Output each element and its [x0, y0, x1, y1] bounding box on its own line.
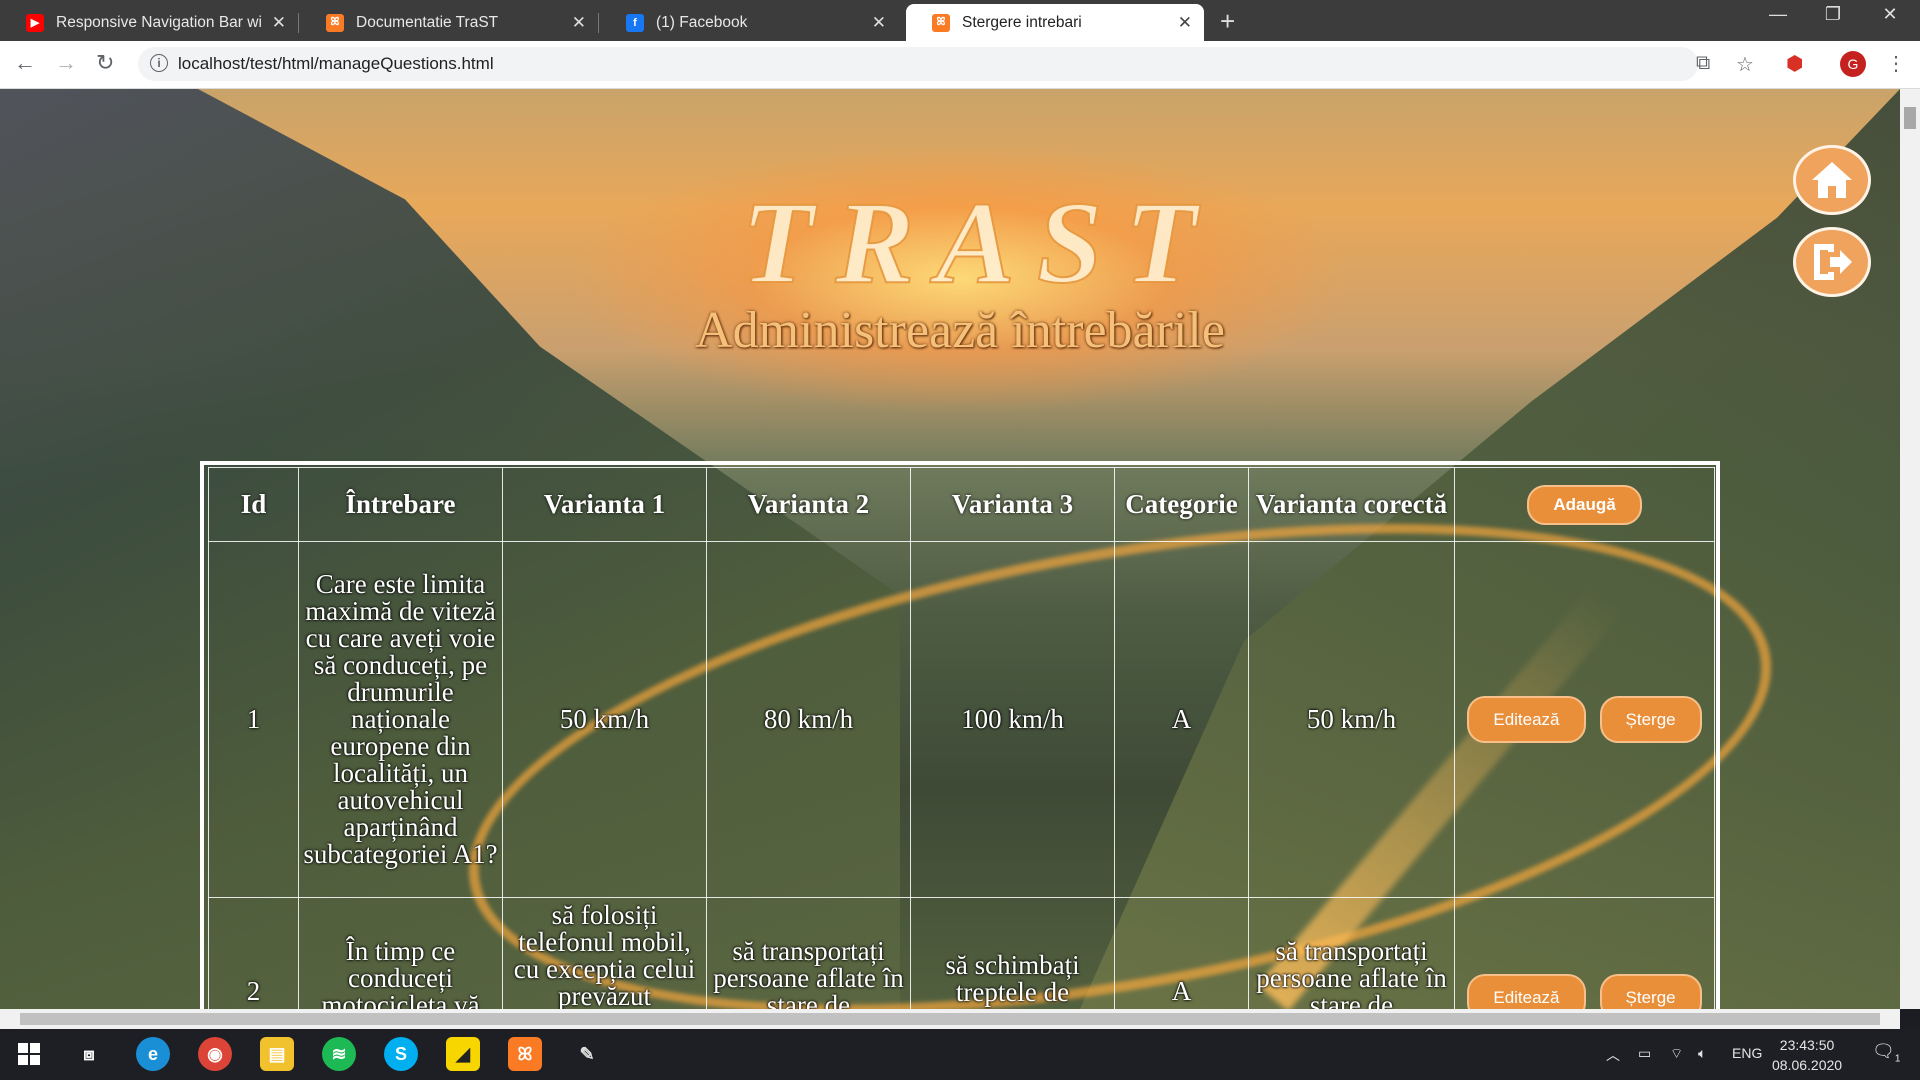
header-option-1: Varianta 1: [502, 467, 707, 542]
clock-date: 08.06.2020: [1772, 1057, 1843, 1073]
close-tab-icon[interactable]: ✕: [872, 13, 886, 33]
clock-time: 23:43:50: [1779, 1037, 1835, 1053]
system-clock[interactable]: 23:43:50 08.06.2020: [1772, 1035, 1842, 1075]
header-question: Întrebare: [298, 467, 503, 542]
restore-icon[interactable]: ❐: [1813, 4, 1853, 25]
menu-dots-icon[interactable]: ⋮: [1886, 51, 1906, 76]
tab-facebook[interactable]: f (1) Facebook ✕: [600, 4, 898, 41]
translate-icon[interactable]: ⧉: [1696, 52, 1710, 75]
cell-correct-option: 50 km/h: [1248, 541, 1455, 898]
xampp-icon: ꕤ: [326, 13, 344, 32]
vertical-scrollbar[interactable]: [1900, 89, 1920, 1009]
header-option-2: Varianta 2: [706, 467, 911, 542]
logout-button[interactable]: [1793, 227, 1871, 297]
header-correct-option: Varianta corectă: [1248, 467, 1455, 542]
cell-option-2: 80 km/h: [706, 541, 911, 898]
cell-actions: Editează Șterge: [1454, 897, 1715, 1009]
file-explorer-icon[interactable]: ▤: [260, 1037, 294, 1071]
header-actions: Adaugă: [1454, 467, 1715, 542]
cell-question: În timp ce conduceți motocicleta vă: [298, 897, 503, 1009]
profile-avatar[interactable]: G: [1840, 51, 1866, 77]
scrollbar-thumb[interactable]: [1904, 107, 1916, 129]
minimize-icon[interactable]: —: [1758, 4, 1798, 25]
scrollbar-thumb[interactable]: [20, 1013, 1880, 1025]
home-icon: [1812, 162, 1852, 198]
battery-icon[interactable]: ▭: [1638, 1045, 1651, 1062]
tab-documentatie[interactable]: ꕤ Documentatie TraST ✕: [300, 4, 599, 41]
forward-arrow-icon[interactable]: →: [55, 50, 77, 76]
delete-button[interactable]: Șterge: [1599, 696, 1702, 743]
cell-id: 1: [208, 541, 299, 898]
chrome-icon[interactable]: ◉: [198, 1037, 232, 1071]
xampp-icon[interactable]: ꕤ: [508, 1037, 542, 1071]
cell-option-3: 100 km/h: [910, 541, 1115, 898]
wifi-icon[interactable]: ⌔: [1670, 1045, 1683, 1063]
cell-actions: Editează Șterge: [1454, 541, 1715, 898]
tab-title: (1) Facebook: [656, 13, 748, 31]
edit-button[interactable]: Editează: [1467, 974, 1586, 1009]
delete-button[interactable]: Șterge: [1599, 974, 1702, 1009]
add-button[interactable]: Adaugă: [1527, 484, 1642, 525]
table-header-row: Id Întrebare Varianta 1 Varianta 2 Varia…: [208, 467, 1715, 542]
table-row: 2 În timp ce conduceți motocicleta vă să…: [208, 897, 1715, 1009]
close-tab-icon[interactable]: ✕: [1178, 13, 1192, 33]
cell-category: A: [1114, 541, 1249, 898]
volume-icon[interactable]: 🔈︎: [1698, 1045, 1706, 1062]
close-tab-icon[interactable]: ✕: [572, 13, 586, 33]
cell-question: Care este limita maximă de viteză cu car…: [298, 541, 503, 898]
close-window-icon[interactable]: ✕: [1870, 4, 1910, 25]
cell-correct-option: să transportați persoane aflate în stare…: [1248, 897, 1455, 1009]
cell-category: A: [1114, 897, 1249, 1009]
tab-title: Stergere intrebari: [962, 13, 1082, 31]
cell-option-3: să schimbați treptele de: [910, 897, 1115, 1009]
questions-table-container: Id Întrebare Varianta 1 Varianta 2 Varia…: [200, 461, 1720, 1009]
edit-button[interactable]: Editează: [1467, 696, 1586, 743]
close-tab-icon[interactable]: ✕: [272, 13, 286, 33]
windows-taskbar: ⧈ e ◉ ▤ ≋ S ◢ ꕤ ✎ ︿ ▭ ⌔ 🔈︎ ENG 23:43:50 …: [0, 1029, 1920, 1080]
notification-count: 1: [1894, 1053, 1901, 1065]
tab-title: Documentatie TraST: [356, 13, 499, 31]
back-arrow-icon[interactable]: ←: [14, 50, 36, 76]
table-row: 1 Care este limita maximă de viteză cu c…: [208, 541, 1715, 898]
youtube-icon: ▶: [26, 13, 44, 32]
edge-icon[interactable]: e: [136, 1037, 170, 1071]
notifications-icon[interactable]: 🗨︎1: [1872, 1041, 1900, 1065]
page-title: Administrează întrebările: [695, 302, 1225, 359]
language-indicator[interactable]: ENG: [1732, 1045, 1762, 1061]
task-view-icon[interactable]: ⧈: [72, 1037, 106, 1071]
tab-title: Responsive Navigation Bar with I: [56, 13, 261, 31]
address-bar[interactable]: i localhost/test/html/manageQuestions.ht…: [138, 47, 1754, 81]
url-text: localhost/test/html/manageQuestions.html: [178, 54, 494, 73]
new-tab-icon[interactable]: +: [1220, 6, 1235, 37]
sticky-notes-icon[interactable]: ◢: [446, 1037, 480, 1071]
bookmark-star-icon[interactable]: ☆: [1736, 52, 1754, 77]
header-id: Id: [208, 467, 299, 542]
header-option-3: Varianta 3: [910, 467, 1115, 542]
windows-start-icon[interactable]: [12, 1037, 46, 1071]
info-icon[interactable]: i: [150, 54, 168, 72]
page-viewport: TRAST Administrează întrebările Id Între…: [0, 89, 1900, 1009]
tray-chevron-icon[interactable]: ︿: [1606, 1045, 1620, 1065]
paint-icon[interactable]: ✎: [570, 1037, 604, 1071]
browser-tab-bar: ▶ Responsive Navigation Bar with I ✕ ꕤ D…: [0, 0, 1920, 41]
spotify-icon[interactable]: ≋: [322, 1037, 356, 1071]
tab-youtube[interactable]: ▶ Responsive Navigation Bar with I ✕: [0, 4, 299, 41]
home-button[interactable]: [1793, 145, 1871, 215]
xampp-icon: ꕤ: [932, 13, 950, 32]
skype-icon[interactable]: S: [384, 1037, 418, 1071]
header-category: Categorie: [1114, 467, 1249, 542]
questions-table: Id Întrebare Varianta 1 Varianta 2 Varia…: [208, 467, 1715, 1009]
tab-stergere-intrebari[interactable]: ꕤ Stergere intrebari ✕: [906, 4, 1204, 41]
extension-shield-icon[interactable]: ⬢: [1786, 51, 1803, 76]
logout-icon: [1814, 244, 1852, 280]
cell-option-2: să transportați persoane aflate în stare…: [706, 897, 911, 1009]
browser-toolbar: ← → ↻ i localhost/test/html/manageQuesti…: [0, 41, 1920, 89]
cell-id: 2: [208, 897, 299, 1009]
trast-logo: TRAST: [740, 176, 1219, 309]
reload-icon[interactable]: ↻: [96, 50, 114, 76]
cell-option-1: să folosiți telefonul mobil, cu excepția…: [502, 897, 707, 1009]
cell-option-1: 50 km/h: [502, 541, 707, 898]
horizontal-scrollbar[interactable]: [0, 1009, 1900, 1029]
facebook-icon: f: [626, 13, 644, 32]
